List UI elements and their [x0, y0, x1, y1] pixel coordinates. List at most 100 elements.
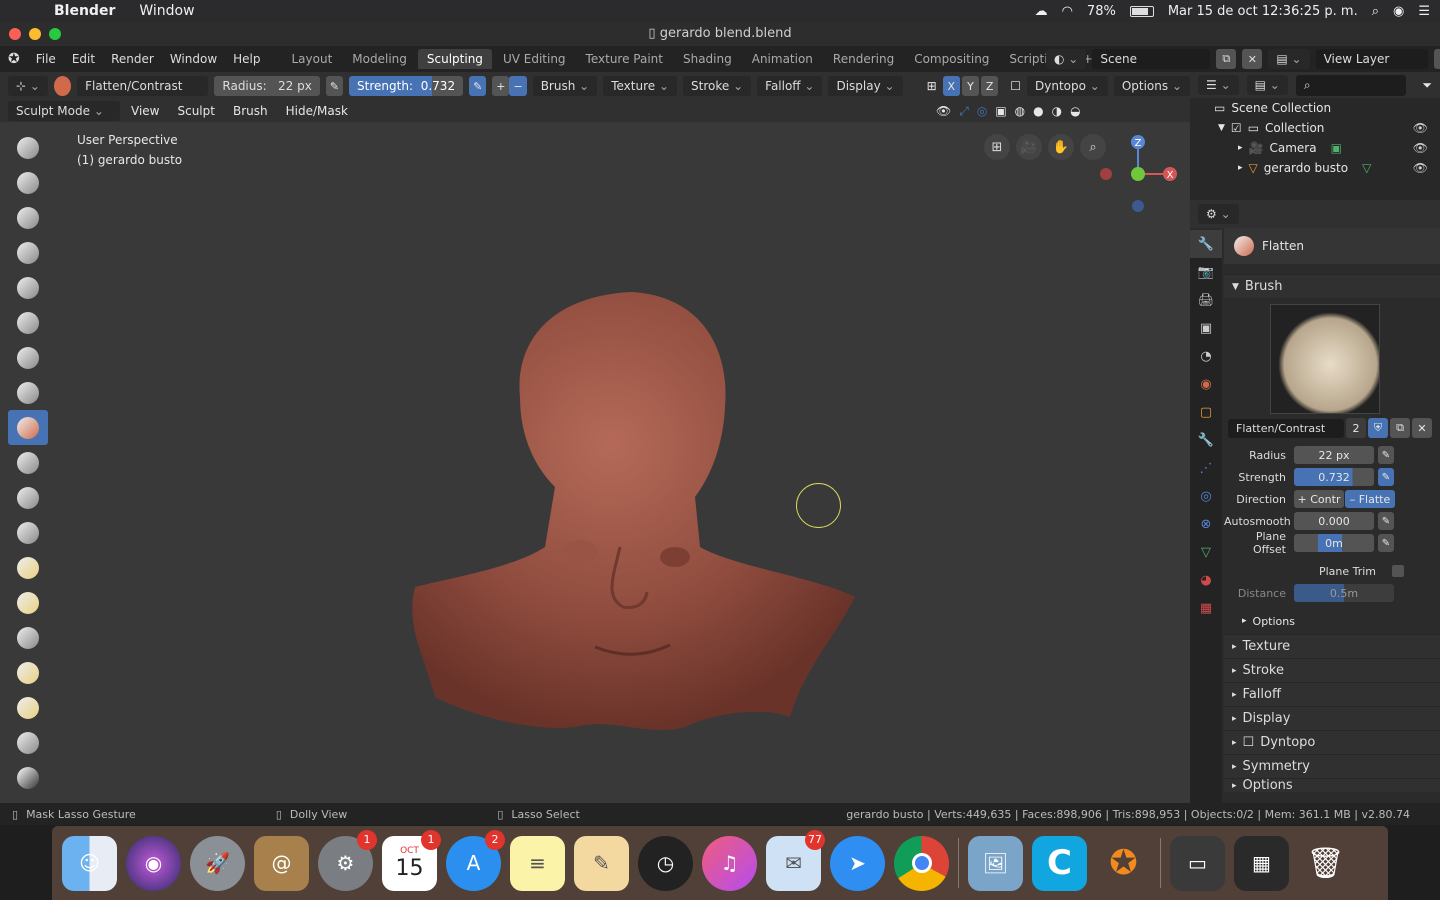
- pan-hand-icon[interactable]: ✋: [1048, 134, 1074, 160]
- mirror-x-toggle[interactable]: X: [942, 76, 960, 96]
- neg-x-axis-handle[interactable]: [1100, 168, 1112, 180]
- outliner-editor-type-icon[interactable]: ☰: [1198, 75, 1239, 95]
- distance-slider[interactable]: 0.5m: [1294, 584, 1394, 602]
- pages-icon[interactable]: ✎: [574, 835, 629, 891]
- brush-section-header[interactable]: ▼ Brush: [1224, 274, 1440, 298]
- battery-icon[interactable]: [1129, 5, 1154, 17]
- menu-edit[interactable]: Edit: [64, 52, 103, 66]
- notification-center-icon[interactable]: ☰: [1418, 4, 1430, 19]
- tool-simplify[interactable]: [8, 725, 48, 760]
- contacts-icon[interactable]: @: [254, 835, 309, 891]
- outliner-scene-collection[interactable]: ▭ Scene Collection: [1190, 98, 1440, 118]
- options-menu[interactable]: Options: [1113, 76, 1191, 96]
- menu-file[interactable]: File: [28, 52, 64, 66]
- launchpad-icon[interactable]: 🚀: [190, 835, 245, 891]
- neg-z-axis-handle[interactable]: [1132, 200, 1144, 212]
- safari-icon[interactable]: ➤: [830, 835, 885, 891]
- autosmooth-pressure-icon[interactable]: ✎: [1378, 512, 1394, 530]
- autosmooth-slider[interactable]: 0.000: [1294, 512, 1374, 530]
- tool-layer[interactable]: [8, 235, 48, 270]
- mirror-z-toggle[interactable]: Z: [981, 76, 999, 96]
- properties-editor-type-icon[interactable]: ⚙: [1198, 204, 1239, 224]
- object-visibility-eye-icon[interactable]: 👁: [1413, 161, 1428, 175]
- tab-texture-paint[interactable]: Texture Paint: [577, 49, 672, 69]
- tab-material-icon[interactable]: ◕: [1190, 566, 1222, 594]
- recent-window-thumbnail[interactable]: ▭: [1170, 835, 1225, 891]
- tab-uv-editing[interactable]: UV Editing: [494, 49, 575, 69]
- tool-clay[interactable]: [8, 165, 48, 200]
- add-direction-icon[interactable]: +: [492, 76, 510, 96]
- dyntopo-menu[interactable]: Dyntopo: [1027, 76, 1108, 96]
- tab-particles-icon[interactable]: ⋰: [1190, 454, 1222, 482]
- expand-collection-icon[interactable]: ▼: [1218, 123, 1225, 133]
- strength-pressure-icon[interactable]: ✎: [469, 76, 487, 96]
- y-axis-handle[interactable]: [1131, 167, 1145, 181]
- view-layer-field[interactable]: View Layer: [1315, 49, 1428, 69]
- dyntopo-section[interactable]: ▸ ☐ Dyntopo: [1224, 730, 1440, 754]
- plane-offset-pressure-icon[interactable]: ✎: [1378, 534, 1394, 552]
- display-section[interactable]: ▸ Display: [1224, 706, 1440, 730]
- brush-name-field[interactable]: Flatten/Contrast: [77, 76, 209, 96]
- expand-object-icon[interactable]: ▸: [1238, 163, 1243, 173]
- toggle-grid-icon[interactable]: ⊞: [984, 134, 1010, 160]
- tab-object-icon[interactable]: ▢: [1190, 398, 1222, 426]
- tab-render-icon[interactable]: 📷: [1190, 258, 1222, 286]
- siri-dock-icon[interactable]: ◉: [126, 835, 181, 891]
- creative-cloud-icon[interactable]: ☁: [1035, 4, 1048, 19]
- tool-pinch[interactable]: [8, 515, 48, 550]
- brush-datablock-field[interactable]: Flatten/Contrast: [1228, 418, 1344, 438]
- overlay-toggle-icon[interactable]: ◎: [977, 104, 987, 119]
- menu-hide-mask[interactable]: Hide/Mask: [279, 102, 355, 120]
- menu-render[interactable]: Render: [103, 52, 162, 66]
- tool-nudge[interactable]: [8, 655, 48, 690]
- tool-smooth[interactable]: [8, 375, 48, 410]
- siri-icon[interactable]: ◉: [1393, 4, 1404, 19]
- menu-sculpt[interactable]: Sculpt: [170, 102, 221, 120]
- menu-brush[interactable]: Brush: [226, 102, 275, 120]
- tool-flatten[interactable]: [8, 410, 48, 445]
- delete-scene-icon[interactable]: ✕: [1242, 49, 1263, 69]
- rendered-shading-icon[interactable]: ◒: [1070, 104, 1080, 119]
- fake-user-shield-icon[interactable]: ⛨: [1368, 418, 1388, 438]
- wifi-icon[interactable]: ◠: [1062, 4, 1073, 19]
- sculpt-bust-model[interactable]: [395, 287, 865, 747]
- outliner-search-input[interactable]: ⌕: [1295, 74, 1406, 96]
- brush-thumbnail-icon[interactable]: [1270, 304, 1380, 414]
- gizmo-toggle-icon[interactable]: ⤢: [959, 104, 969, 119]
- texture-menu[interactable]: Texture: [603, 76, 678, 96]
- brush-users-count[interactable]: 2: [1346, 418, 1366, 438]
- display-menu[interactable]: Display: [828, 76, 903, 96]
- outliner-filter-icon[interactable]: ⏷: [1422, 78, 1432, 93]
- radius-field[interactable]: Radius: 22 px: [214, 76, 320, 96]
- solid-shading-icon[interactable]: ●: [1033, 104, 1043, 119]
- chrome-icon[interactable]: [894, 835, 949, 891]
- falloff-section[interactable]: ▸ Falloff: [1224, 682, 1440, 706]
- tool-scrape[interactable]: [8, 480, 48, 515]
- direction-flatten-button[interactable]: – Flatte: [1345, 490, 1395, 508]
- direction-contrast-button[interactable]: + Contr: [1294, 490, 1344, 508]
- mail-icon[interactable]: ✉ 77: [766, 829, 825, 891]
- window-menu[interactable]: Window: [139, 3, 194, 19]
- strength-prop-pressure-icon[interactable]: ✎: [1378, 468, 1394, 486]
- view-layer-type-icon[interactable]: ▤: [1268, 49, 1310, 69]
- menu-help[interactable]: Help: [225, 52, 268, 66]
- tab-tool-icon[interactable]: 🔧: [1190, 230, 1222, 258]
- subtract-direction-icon[interactable]: −: [509, 76, 527, 96]
- radius-prop-field[interactable]: 22 px: [1294, 446, 1374, 464]
- options-subpanel[interactable]: ▸ Options: [1224, 608, 1440, 634]
- camera-view-icon[interactable]: 🎥: [1016, 134, 1042, 160]
- scene-field[interactable]: Scene: [1092, 49, 1211, 69]
- scene-type-icon[interactable]: ◐: [1046, 49, 1087, 69]
- strength-prop-slider[interactable]: 0.732: [1294, 468, 1374, 486]
- camera-data-icon[interactable]: ▣: [1331, 141, 1342, 155]
- tool-draw[interactable]: [8, 130, 48, 165]
- plane-trim-checkbox[interactable]: [1392, 565, 1404, 577]
- new-scene-icon[interactable]: ⧉: [1216, 49, 1237, 69]
- brush-menu[interactable]: Brush: [532, 76, 598, 96]
- tool-rotate[interactable]: [8, 690, 48, 725]
- tab-texture-icon[interactable]: ▦: [1190, 594, 1222, 622]
- visibility-icon[interactable]: 👁: [936, 104, 951, 119]
- outliner-collection[interactable]: ▼ ☑ ▭ Collection 👁: [1190, 118, 1440, 138]
- 3d-viewport[interactable]: User Perspective (1) gerardo busto ⊞ 🎥 ✋…: [0, 122, 1190, 803]
- outliner-camera[interactable]: ▸ 🎥 Camera ▣ 👁: [1190, 138, 1440, 158]
